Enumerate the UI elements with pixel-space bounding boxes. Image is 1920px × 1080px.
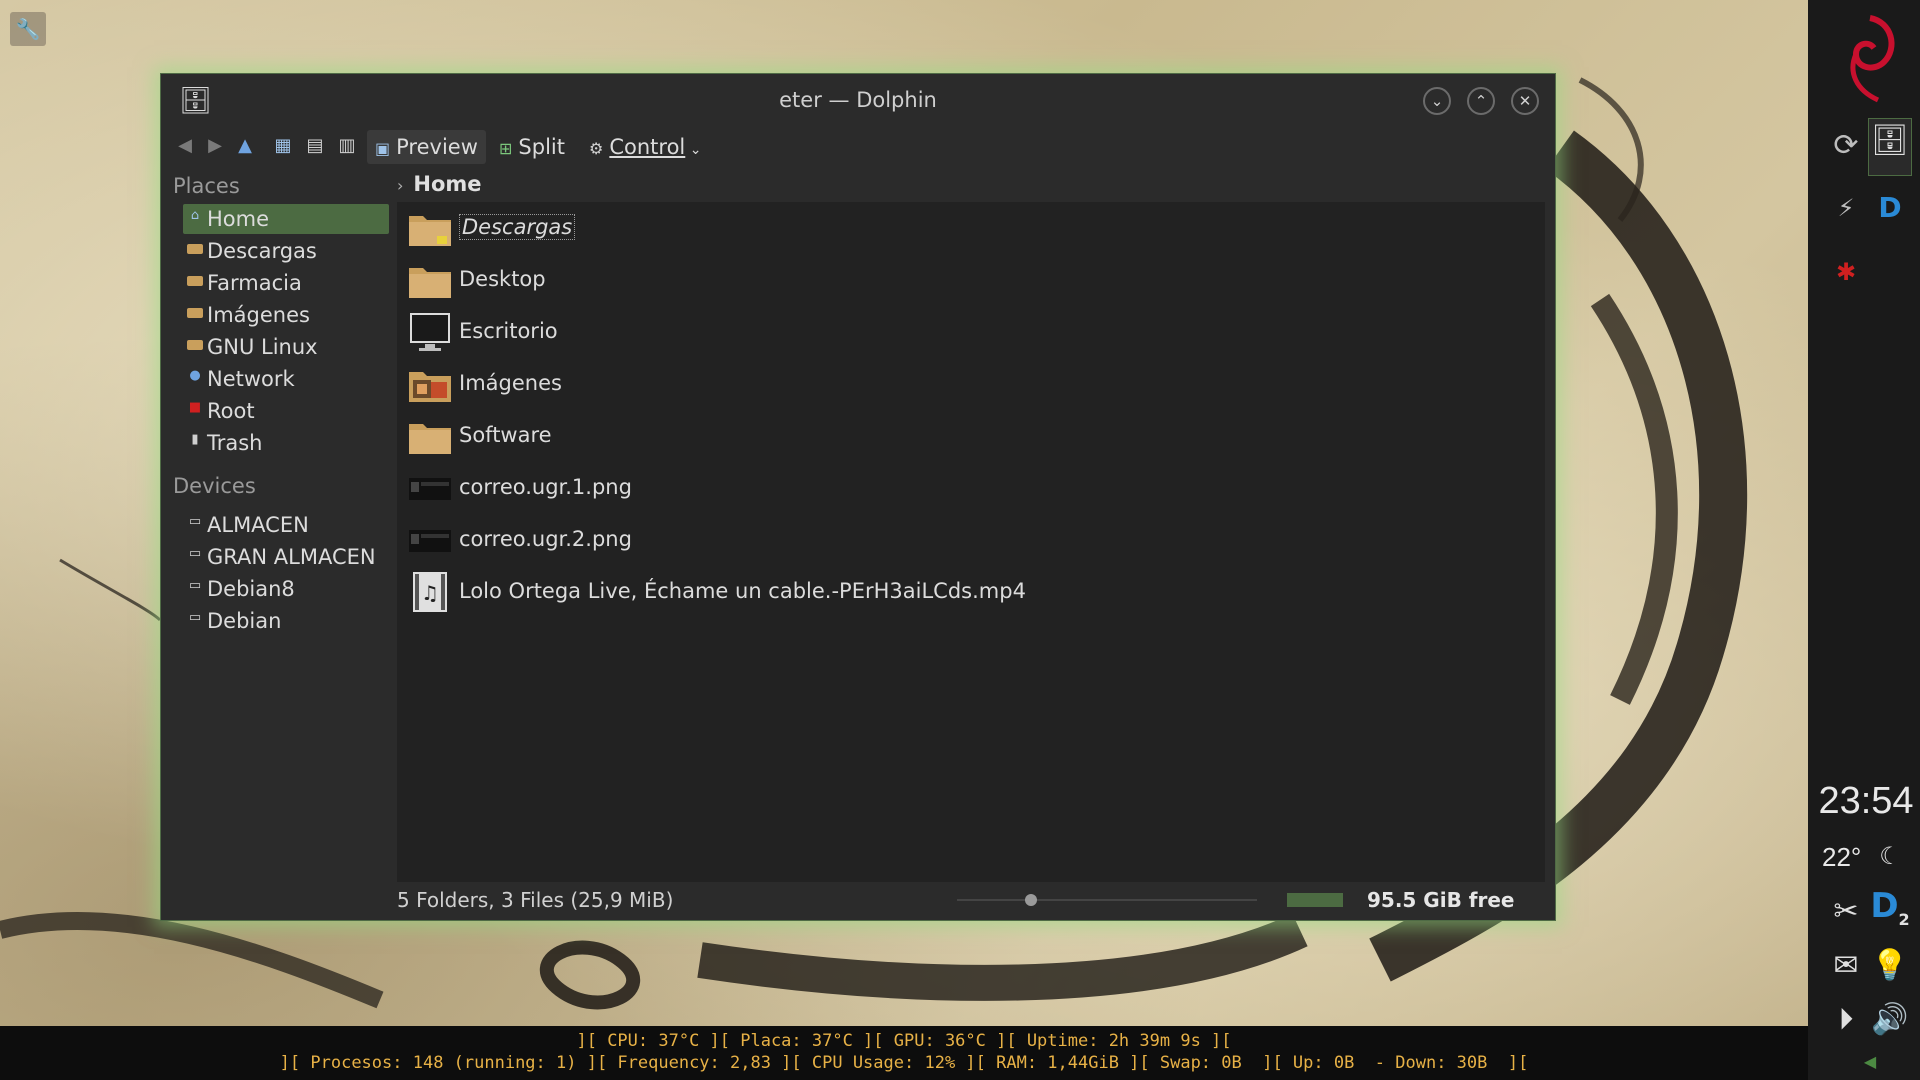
root-icon: ■ xyxy=(188,400,202,415)
status-bar: 5 Folders, 3 Files (25,9 MiB) 95.5 GiB f… xyxy=(397,884,1545,916)
place-item-imagenes[interactable]: Imágenes xyxy=(183,300,389,330)
up-arrow-icon[interactable]: ▲ xyxy=(233,134,257,158)
place-item-root[interactable]: ■ Root xyxy=(183,396,389,426)
zoom-slider-handle[interactable] xyxy=(1025,894,1037,906)
device-item-gran-almacen[interactable]: ▭ GRAN ALMACEN xyxy=(183,542,389,572)
image-thumbnail-icon xyxy=(409,478,451,500)
dpkg-icon[interactable]: ✱ xyxy=(1824,250,1868,294)
dolphin-window: 🗄 eter — Dolphin ⌄ ⌃ ✕ ◀ ▶ ▲ ▦ ▤ ▥ ▣ Prev… xyxy=(160,73,1556,921)
gear-icon: ⚙ xyxy=(589,139,604,158)
main-toolbar: ◀ ▶ ▲ ▦ ▤ ▥ ▣ Preview ⊞ Split ⚙ Control ⌄ xyxy=(161,126,1555,168)
file-item[interactable]: correo.ugr.1.png xyxy=(407,464,632,510)
status-summary: 5 Folders, 3 Files (25,9 MiB) xyxy=(397,888,674,912)
network-plug-icon[interactable]: ⚡ xyxy=(1824,186,1868,230)
right-panel: ⟳ 🗄 ⚡ D ✱ 23:54 22° ☾ ✂ D2 ✉ 💡 ⏵ 🔊 ◀ xyxy=(1808,0,1920,1080)
split-button[interactable]: ⊞ Split xyxy=(491,130,573,164)
place-item-gnu-linux[interactable]: GNU Linux xyxy=(183,332,389,362)
folder-icon xyxy=(187,276,203,286)
volume-icon[interactable]: 🔊 xyxy=(1868,998,1912,1042)
drive-icon: ▭ xyxy=(188,546,202,561)
drive-icon: ▭ xyxy=(188,578,202,593)
wrench-icon[interactable]: 🔧 xyxy=(10,12,46,46)
folder-icon xyxy=(409,268,451,298)
file-item[interactable]: Escritorio xyxy=(407,308,558,354)
breadcrumb[interactable]: › Home xyxy=(397,168,482,200)
preview-button[interactable]: ▣ Preview xyxy=(367,130,486,164)
scissors-icon[interactable]: ✂ xyxy=(1824,890,1868,934)
network-icon: ● xyxy=(189,368,201,383)
place-item-network[interactable]: ● Network xyxy=(183,364,389,394)
file-item[interactable]: ♫ Lolo Ortega Live, Échame un cable.-PEr… xyxy=(407,568,1026,614)
place-item-descargas[interactable]: Descargas xyxy=(183,236,389,266)
weather-moon-icon[interactable]: ☾ xyxy=(1868,834,1912,878)
desktop-pager-icon[interactable]: D2 xyxy=(1868,884,1912,929)
image-thumbnail-icon xyxy=(409,530,451,552)
file-view[interactable]: Descargas Desktop Escritorio Imágenes So… xyxy=(397,202,1545,882)
update-icon[interactable]: ⟳ xyxy=(1824,124,1868,168)
places-section-title: Places xyxy=(173,174,240,198)
places-panel: Places ⌂ Home Descargas Farmacia Imágenes… xyxy=(161,168,391,908)
file-item[interactable]: Software xyxy=(407,412,552,458)
devices-section-title: Devices xyxy=(173,474,256,498)
forward-arrow-icon[interactable]: ▶ xyxy=(203,134,227,158)
split-icon: ⊞ xyxy=(499,139,513,158)
folder-icon xyxy=(187,308,203,318)
panel-collapse-arrow-icon[interactable]: ◀ xyxy=(1848,1050,1892,1074)
zoom-slider-track[interactable] xyxy=(957,899,1257,901)
icons-view-icon[interactable]: ▦ xyxy=(271,134,295,158)
compact-view-icon[interactable]: ▤ xyxy=(303,134,327,158)
file-item[interactable]: Descargas xyxy=(407,204,576,250)
monitor-icon xyxy=(410,313,450,351)
folder-pictures-icon xyxy=(409,372,451,402)
folder-icon xyxy=(409,424,451,454)
mail-icon[interactable]: ✉ xyxy=(1824,944,1868,988)
dropbox-d-icon[interactable]: D xyxy=(1868,186,1912,230)
preview-icon: ▣ xyxy=(375,139,391,158)
place-item-trash[interactable]: ▮ Trash xyxy=(183,428,389,458)
dropdown-arrow-icon: ⌄ xyxy=(685,142,702,158)
file-item[interactable]: Desktop xyxy=(407,256,546,302)
clock[interactable]: 23:54 xyxy=(1814,780,1918,823)
chevron-right-icon: › xyxy=(397,176,404,195)
minimize-button[interactable]: ⌄ xyxy=(1423,87,1451,115)
folder-icon xyxy=(187,244,203,254)
video-file-icon: ♫ xyxy=(413,572,447,612)
file-item[interactable]: Imágenes xyxy=(407,360,562,406)
control-menu-button[interactable]: ⚙ Control ⌄ xyxy=(581,130,709,164)
drive-icon: ▭ xyxy=(188,610,202,625)
dolphin-task-icon[interactable]: 🗄 xyxy=(1868,118,1912,176)
debian-logo-icon[interactable] xyxy=(1826,10,1902,106)
lightbulb-icon[interactable]: 💡 xyxy=(1868,944,1912,988)
svg-text:♫: ♫ xyxy=(421,581,439,605)
conky-line-1: ][ CPU: 37°C ][ Placa: 37°C ][ GPU: 36°C… xyxy=(576,1031,1232,1051)
drive-icon: ▭ xyxy=(188,514,202,529)
title-bar[interactable]: 🗄 eter — Dolphin ⌄ ⌃ ✕ xyxy=(161,74,1555,124)
weather-temperature[interactable]: 22° xyxy=(1822,842,1861,873)
place-item-farmacia[interactable]: Farmacia xyxy=(183,268,389,298)
window-title: eter — Dolphin xyxy=(779,88,937,112)
place-item-home[interactable]: ⌂ Home xyxy=(183,204,389,234)
chevron-up-icon: ⌃ xyxy=(1474,92,1488,110)
maximize-button[interactable]: ⌃ xyxy=(1467,87,1495,115)
conky-line-2: ][ Procesos: 148 (running: 1) ][ Frequen… xyxy=(279,1053,1529,1073)
back-arrow-icon[interactable]: ◀ xyxy=(173,134,197,158)
home-icon: ⌂ xyxy=(190,208,200,223)
free-space-label: 95.5 GiB free xyxy=(1367,888,1515,912)
trash-icon: ▮ xyxy=(191,432,199,447)
file-item[interactable]: correo.ugr.2.png xyxy=(407,516,632,562)
details-view-icon[interactable]: ▥ xyxy=(335,134,359,158)
folder-download-icon xyxy=(409,216,451,246)
free-space-bar xyxy=(1287,893,1343,907)
play-icon[interactable]: ⏵ xyxy=(1824,998,1868,1042)
conky-system-monitor: ][ CPU: 37°C ][ Placa: 37°C ][ GPU: 36°C… xyxy=(0,1026,1808,1080)
device-item-almacen[interactable]: ▭ ALMACEN xyxy=(183,510,389,540)
chevron-down-icon: ⌄ xyxy=(1430,92,1444,110)
close-icon: ✕ xyxy=(1518,92,1532,110)
device-item-debian[interactable]: ▭ Debian xyxy=(183,606,389,636)
close-button[interactable]: ✕ xyxy=(1511,87,1539,115)
folder-icon xyxy=(187,340,203,350)
device-item-debian8[interactable]: ▭ Debian8 xyxy=(183,574,389,604)
